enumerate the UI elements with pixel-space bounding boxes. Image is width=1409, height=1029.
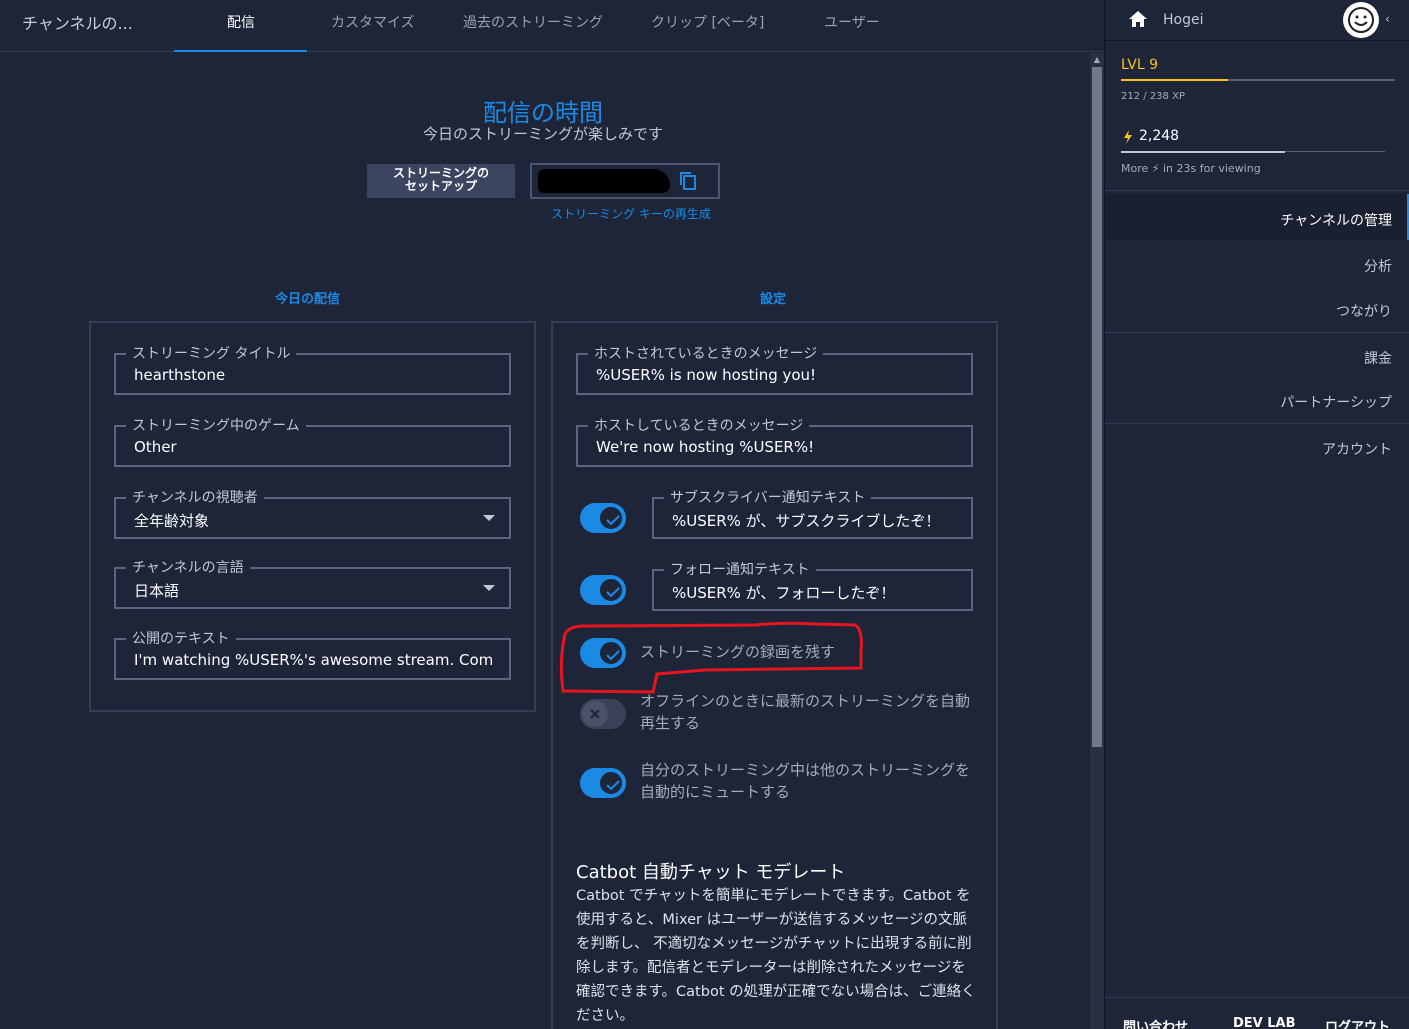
settings-heading: 設定 [760, 292, 787, 307]
autoplay-offline-toggle[interactable] [580, 699, 626, 729]
follow-notify-field[interactable]: フォロー通知テキスト %USER% が、フォローしたぞ！ [652, 559, 973, 611]
divider [1105, 423, 1409, 424]
field-value: %USER% が、サブスクライブしたぞ！ [672, 512, 941, 530]
sparks-progress-bar [1121, 151, 1385, 153]
stream-title-field[interactable]: ストリーミング タイトル hearthstone [114, 343, 511, 395]
username[interactable]: Hogei [1163, 12, 1203, 28]
field-label: ストリーミング タイトル [126, 343, 297, 363]
follow-notify-toggle[interactable] [580, 575, 626, 605]
field-value: Other [134, 438, 177, 456]
sparks-progress-fill [1121, 151, 1285, 153]
autoplay-offline-label: オフラインのときに最新のストリーミングを自動再生する [640, 692, 971, 732]
tab-past-streams[interactable]: 過去のストリーミング [463, 12, 603, 32]
setup-label-2: セットアップ [404, 179, 477, 193]
xp-text: 212 / 238 XP [1121, 91, 1185, 102]
top-nav: チャンネルの... 配信 カスタマイズ 過去のストリーミング クリップ [ベータ… [0, 0, 1104, 52]
page-subtitle: 今日のストリーミングが楽しみです [422, 125, 663, 143]
menu-item-channel-manage[interactable]: チャンネルの管理 [1280, 210, 1392, 230]
divider [1105, 190, 1409, 191]
sparks-count: 2,248 [1139, 128, 1180, 144]
subscriber-notify-field[interactable]: サブスクライバー通知テキスト %USER% が、サブスクライブしたぞ！ [652, 487, 973, 539]
toggle-knob [582, 701, 608, 727]
red-highlight-annotation [559, 621, 863, 694]
check-icon [606, 587, 620, 598]
field-value: 全年齢対象 [134, 512, 210, 530]
dev-lab-link[interactable]: DEV LAB [1233, 1016, 1296, 1029]
xp-progress-fill [1121, 79, 1228, 81]
field-label: 公開のテキスト [126, 628, 236, 648]
field-value: hearthstone [134, 366, 226, 384]
divider [1105, 332, 1409, 333]
sidebar: Hogei ‹ LVL 9 212 / 238 XP 2,248 More ⚡ … [1104, 0, 1409, 1029]
tab-customize[interactable]: カスタマイズ [331, 12, 415, 32]
share-text-field[interactable]: 公開のテキスト I'm watching %USER%'s awesome st… [114, 628, 511, 680]
catbot-description: Catbot でチャットを簡単にモデレートできます。Catbot を使用すると、… [576, 888, 976, 1024]
close-icon [590, 709, 600, 719]
field-value: %USER% is now hosting you! [596, 366, 817, 384]
menu-item-analytics[interactable]: 分析 [1364, 256, 1392, 276]
level-label: LVL 9 [1121, 57, 1158, 73]
avatar[interactable] [1343, 2, 1379, 38]
chevron-left-icon[interactable]: ‹ [1385, 12, 1390, 26]
menu-item-partnership[interactable]: パートナーシップ [1280, 392, 1392, 412]
chevron-down-icon [483, 585, 495, 591]
field-value: We're now hosting %USER%! [596, 438, 815, 456]
field-value: %USER% が、フォローしたぞ！ [672, 584, 896, 602]
regenerate-key-link[interactable]: ストリーミング キーの再生成 [551, 205, 711, 222]
toggle-knob [598, 505, 624, 531]
active-tab-indicator [174, 50, 307, 52]
field-label: チャンネルの視聴者 [126, 487, 264, 507]
divider [1105, 40, 1409, 41]
hosting-message-field[interactable]: ホストしているときのメッセージ We're now hosting %USER%… [576, 415, 973, 467]
language-select[interactable]: チャンネルの言語 日本語 [114, 557, 511, 609]
hosted-message-field[interactable]: ホストされているときのメッセージ %USER% is now hosting y… [576, 343, 973, 395]
menu-item-account[interactable]: アカウント [1322, 439, 1392, 459]
menu-item-connections[interactable]: つながり [1336, 301, 1392, 321]
stream-key-field[interactable] [530, 163, 720, 199]
scroll-thumb[interactable] [1092, 67, 1102, 747]
field-label: フォロー通知テキスト [664, 559, 816, 579]
check-icon [606, 780, 620, 791]
field-label: ストリーミング中のゲーム [126, 415, 306, 435]
home-icon[interactable] [1127, 8, 1149, 30]
stream-setup-button[interactable]: ストリーミングの セットアップ [367, 164, 515, 198]
contact-link[interactable]: 問い合わせ [1123, 1016, 1188, 1029]
scroll-up-arrow-icon[interactable]: ▲ [1090, 53, 1104, 67]
auto-mute-toggle[interactable] [580, 768, 626, 798]
field-label: ホストされているときのメッセージ [588, 343, 824, 363]
tab-broadcast[interactable]: 配信 [227, 12, 255, 32]
toggle-knob [598, 577, 624, 603]
sidebar-footer: 問い合わせ DEV LAB ログアウト [1105, 997, 1409, 1029]
field-label: チャンネルの言語 [126, 557, 250, 577]
main-content: 配信の時間 今日のストリーミングが楽しみです ストリーミングの セットアップ ス… [0, 53, 1090, 1029]
field-label: サブスクライバー通知テキスト [664, 487, 872, 507]
sparks-timer-text: More ⚡ in 23s for viewing [1121, 162, 1261, 175]
chevron-down-icon [483, 515, 495, 521]
field-label: ホストしているときのメッセージ [588, 415, 810, 435]
toggle-knob [598, 770, 624, 796]
tab-clips[interactable]: クリップ [ベータ] [651, 12, 764, 32]
menu-item-billing[interactable]: 課金 [1364, 348, 1392, 368]
catbot-title: Catbot 自動チャット モデレート [576, 862, 846, 883]
redacted-stream-key [538, 169, 670, 193]
xp-progress-bar [1121, 79, 1395, 81]
spark-icon [1124, 130, 1132, 144]
audience-select[interactable]: チャンネルの視聴者 全年齢対象 [114, 487, 511, 539]
subscriber-notify-toggle[interactable] [580, 503, 626, 533]
check-icon [606, 515, 620, 526]
field-value: I'm watching %USER%'s awesome stream. Co… [134, 651, 494, 669]
stream-game-field[interactable]: ストリーミング中のゲーム Other [114, 415, 511, 467]
copy-icon[interactable] [676, 169, 700, 193]
setup-label-1: ストリーミングの [392, 166, 489, 180]
channel-name[interactable]: チャンネルの... [22, 10, 133, 34]
tab-users[interactable]: ユーザー [824, 12, 880, 32]
today-heading: 今日の配信 [275, 292, 341, 307]
main-scrollbar[interactable]: ▲ [1090, 53, 1104, 1029]
auto-mute-label: 自分のストリーミング中は他のストリーミングを自動的にミュートする [640, 761, 971, 801]
field-value: 日本語 [134, 582, 180, 600]
logout-link[interactable]: ログアウト [1325, 1016, 1390, 1029]
